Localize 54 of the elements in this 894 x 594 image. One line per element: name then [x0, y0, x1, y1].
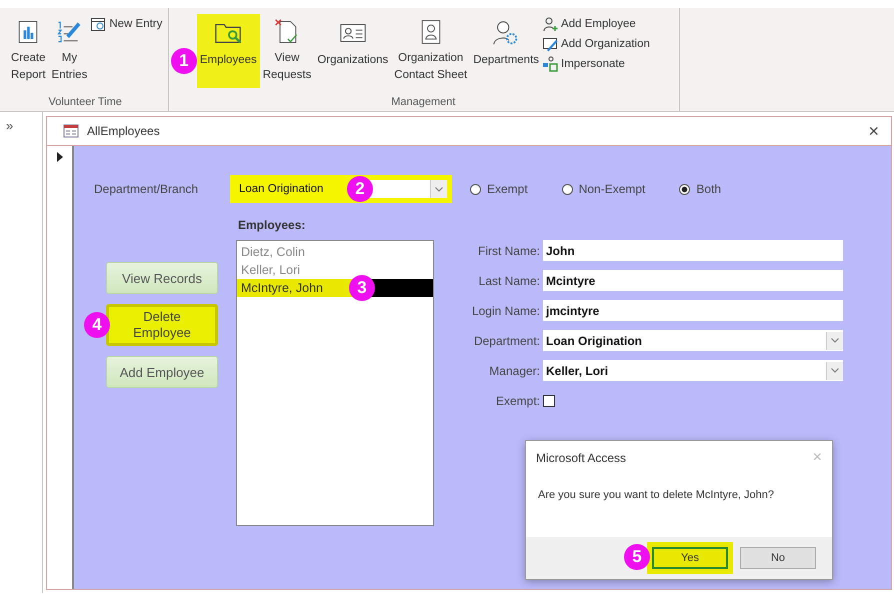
- list-label: Employees:: [238, 218, 306, 234]
- ribbon-button[interactable]: My Entries: [48, 14, 90, 88]
- current-record-icon: [57, 152, 63, 162]
- radio-option[interactable]: Exempt: [470, 182, 528, 196]
- dropdown-field[interactable]: Loan Origination: [543, 330, 843, 351]
- form-button[interactable]: View Records: [106, 262, 218, 294]
- radio-button[interactable]: [679, 184, 690, 194]
- field-label: Last Name:: [478, 274, 541, 288]
- callout-badge: 1: [170, 48, 197, 74]
- radio-button[interactable]: [562, 184, 573, 194]
- radio-option[interactable]: Both: [679, 182, 722, 196]
- ribbon-button[interactable]: Employees: [196, 14, 260, 88]
- field-label: First Name:: [476, 244, 541, 258]
- checkbox[interactable]: [543, 394, 555, 406]
- ribbon-button[interactable]: Create Report: [8, 14, 49, 88]
- dialog-title: Microsoft Access: [536, 451, 626, 465]
- ribbon-button[interactable]: View Requests: [260, 14, 314, 88]
- radio-option[interactable]: Non-Exempt: [562, 182, 646, 196]
- ribbon-button[interactable]: Organization Contact Sheet: [391, 14, 470, 88]
- group-label: Management: [391, 96, 456, 110]
- callout-badge: 2: [347, 176, 373, 202]
- ribbon-button[interactable]: New Entry: [90, 16, 162, 32]
- text-field[interactable]: Mcintyre: [543, 270, 843, 291]
- ribbon-button[interactable]: Add Employee: [542, 16, 650, 32]
- ribbon-button[interactable]: Impersonate: [542, 56, 650, 72]
- form-button[interactable]: Delete Employee: [106, 304, 218, 346]
- dialog-button[interactable]: No: [740, 547, 816, 569]
- person-plus-icon: [542, 16, 558, 32]
- field-label: Exempt:: [494, 394, 541, 408]
- dialog-message: Are you sure you want to delete McIntyre, John?: [538, 489, 776, 503]
- form-icon: [63, 123, 79, 139]
- group-label: Volunteer Time: [48, 96, 122, 110]
- close-button[interactable]: ×: [868, 120, 879, 142]
- field-label: Department:: [472, 334, 541, 348]
- calendar-icon: [90, 16, 106, 32]
- expand-pane-button[interactable]: »: [6, 118, 14, 133]
- field-label: Department/Branch: [94, 182, 200, 196]
- card-pencil-icon: [542, 36, 558, 52]
- field-label: Manager:: [488, 364, 541, 378]
- people-swap-icon: [542, 56, 558, 72]
- callout-badge: 4: [84, 312, 110, 338]
- ribbon-button[interactable]: Departments: [470, 14, 542, 88]
- text-field[interactable]: jmcintyre: [543, 300, 843, 321]
- list-item[interactable]: Dietz, Colin: [237, 243, 433, 261]
- window-title: AllEmployees: [87, 124, 161, 138]
- field-label: Login Name:: [470, 304, 541, 318]
- callout-badge: 3: [349, 275, 375, 301]
- dropdown-field[interactable]: Keller, Lori: [543, 360, 843, 381]
- ribbon-button[interactable]: Add Organization: [542, 36, 650, 52]
- radio-button[interactable]: [470, 184, 481, 194]
- callout-badge: 5: [624, 544, 650, 570]
- form-button[interactable]: Add Employee: [106, 356, 218, 388]
- ribbon-button[interactable]: Organizations: [314, 14, 392, 88]
- text-field[interactable]: John: [543, 240, 843, 261]
